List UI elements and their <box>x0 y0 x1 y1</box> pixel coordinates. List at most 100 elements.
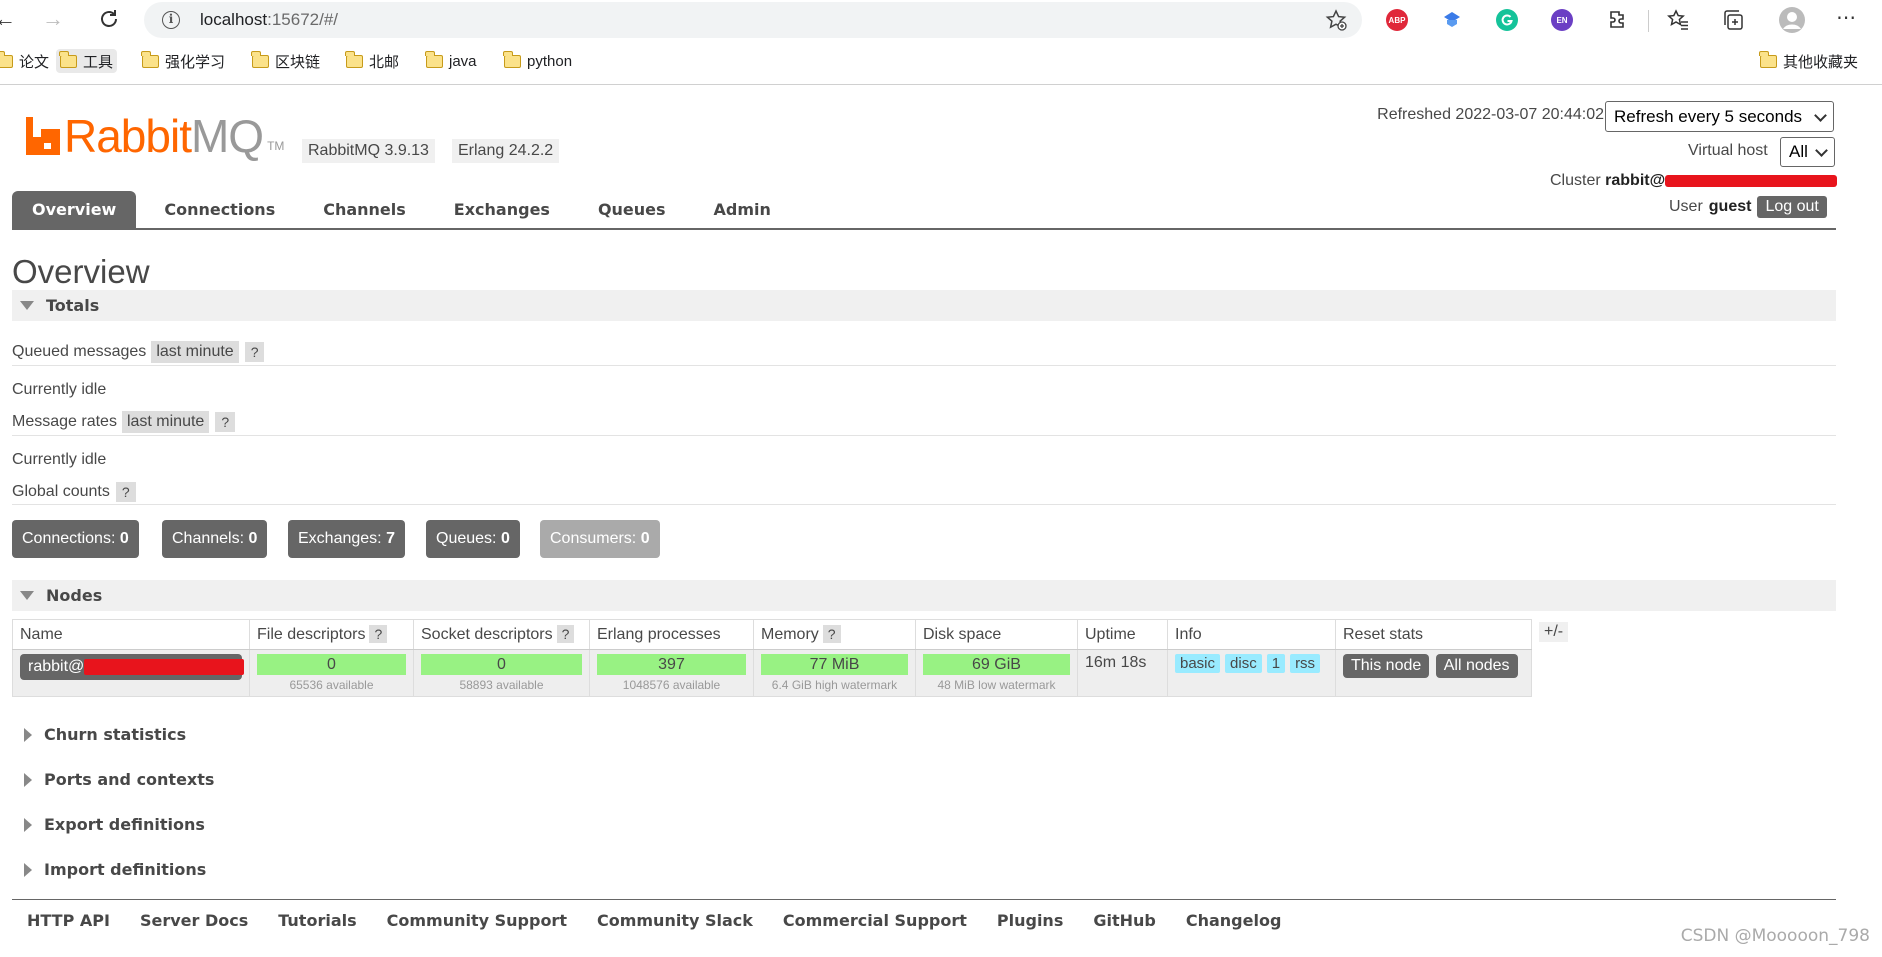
folder-icon <box>345 50 363 68</box>
column-header: Erlang processes <box>589 619 754 650</box>
nodes-section-header[interactable]: Nodes <box>12 580 1836 611</box>
socket-descriptors-cell: 0 58893 available <box>413 649 590 697</box>
memory-bar: 77 MiB <box>761 654 908 675</box>
folder-icon <box>503 50 521 68</box>
watermark: CSDN @Mooooon_798 <box>1680 926 1870 946</box>
other-bookmarks-folder[interactable]: 其他收藏夹 <box>1756 49 1862 73</box>
bookmark-folder[interactable]: 北邮 <box>342 49 403 73</box>
tab-connections[interactable]: Connections <box>144 191 295 229</box>
reload-icon[interactable] <box>96 6 122 32</box>
help-button[interactable]: ? <box>215 412 236 432</box>
channels-count-button[interactable]: Channels: 0 <box>162 520 268 558</box>
expand-triangle-icon <box>24 862 32 877</box>
file-descriptors-cell: 0 65536 available <box>249 649 414 697</box>
adblock-extension-icon[interactable]: ABP <box>1386 9 1408 31</box>
table-header-row: Name File descriptors? Socket descriptor… <box>12 619 1532 650</box>
profile-avatar-icon[interactable] <box>1778 6 1806 34</box>
rabbitmq-logo-icon <box>26 117 60 155</box>
collapse-triangle-icon <box>20 301 34 310</box>
extensions-icon[interactable] <box>1606 8 1630 32</box>
columns-toggle-button[interactable]: +/- <box>1539 622 1569 642</box>
refresh-interval-select[interactable]: Refresh every 5 seconds <box>1605 101 1834 132</box>
divider <box>12 504 1836 505</box>
totals-section-header[interactable]: Totals <box>12 290 1836 321</box>
queued-messages-status: Currently idle <box>12 381 107 398</box>
cluster-info: Cluster rabbit@ <box>1550 172 1838 190</box>
vhost-select[interactable]: All <box>1780 137 1835 167</box>
memory-cell: 77 MiB 6.4 GiB high watermark <box>753 649 916 697</box>
column-header: Info <box>1167 619 1336 650</box>
ports-contexts-section[interactable]: Ports and contexts <box>12 770 214 789</box>
tab-exchanges[interactable]: Exchanges <box>434 191 570 229</box>
queues-count-button[interactable]: Queues: 0 <box>426 520 520 558</box>
socket-descriptors-available: 58893 available <box>459 678 544 692</box>
collections-icon[interactable] <box>1721 8 1745 32</box>
tab-admin[interactable]: Admin <box>694 191 791 229</box>
file-descriptors-bar: 0 <box>257 654 406 675</box>
bookmark-folder[interactable]: java <box>422 49 481 73</box>
range-selector[interactable]: last minute <box>151 341 239 363</box>
footer-link-community-support[interactable]: Community Support <box>372 911 582 930</box>
reset-all-nodes-button[interactable]: All nodes <box>1435 654 1518 678</box>
churn-statistics-section[interactable]: Churn statistics <box>12 725 186 744</box>
logo-trademark: TM <box>267 139 285 153</box>
back-icon[interactable]: ← <box>0 6 18 32</box>
export-definitions-section[interactable]: Export definitions <box>12 815 205 834</box>
logout-button[interactable]: Log out <box>1757 196 1827 218</box>
global-counts-row: Global counts ? <box>12 482 136 502</box>
site-info-icon[interactable]: i <box>162 11 180 29</box>
footer-link-server-docs[interactable]: Server Docs <box>125 911 263 930</box>
help-button[interactable]: ? <box>244 342 265 362</box>
range-selector[interactable]: last minute <box>121 411 210 433</box>
footer-link-commercial-support[interactable]: Commercial Support <box>768 911 982 930</box>
import-definitions-section[interactable]: Import definitions <box>12 860 206 879</box>
info-tag: disc <box>1225 654 1262 673</box>
more-menu-icon[interactable]: ⋯ <box>1836 8 1860 32</box>
main-tabs: Overview Connections Channels Exchanges … <box>12 191 799 229</box>
favorites-icon[interactable] <box>1666 8 1690 32</box>
footer-link-github[interactable]: GitHub <box>1078 911 1171 930</box>
tab-overview[interactable]: Overview <box>12 191 137 229</box>
exchanges-count-button[interactable]: Exchanges: 7 <box>288 520 405 558</box>
connections-count-button[interactable]: Connections: 0 <box>12 520 139 558</box>
tab-channels[interactable]: Channels <box>303 191 426 229</box>
vhost-label: Virtual host <box>1688 142 1768 159</box>
reset-this-node-button[interactable]: This node <box>1343 654 1430 678</box>
rabbitmq-logo[interactable]: RabbitMQ TM <box>26 113 285 159</box>
column-header: Reset stats <box>1335 619 1532 650</box>
bookmarks-bar: 论文 工具 强化学习 区块链 北邮 java python 其他收藏夹 <box>0 46 1882 76</box>
info-tag: rss <box>1290 654 1321 673</box>
footer-link-changelog[interactable]: Changelog <box>1171 911 1297 930</box>
consumers-count-button[interactable]: Consumers: 0 <box>540 520 660 558</box>
translate-extension-icon[interactable]: EN <box>1551 9 1573 31</box>
bookmark-folder[interactable]: 论文 <box>0 49 53 73</box>
tabs-divider <box>12 228 1836 230</box>
disk-space-watermark: 48 MiB low watermark <box>937 678 1056 692</box>
folder-icon <box>1759 50 1777 68</box>
footer-link-http-api[interactable]: HTTP API <box>12 911 125 930</box>
redaction-mark <box>84 658 245 675</box>
footer-link-tutorials[interactable]: Tutorials <box>263 911 371 930</box>
footer-link-community-slack[interactable]: Community Slack <box>582 911 768 930</box>
tab-queues[interactable]: Queues <box>578 191 686 229</box>
favorite-add-icon[interactable] <box>1324 8 1348 32</box>
grammarly-extension-icon[interactable] <box>1496 9 1518 31</box>
bookmark-folder[interactable]: 强化学习 <box>138 49 229 73</box>
refreshed-timestamp: Refreshed 2022-03-07 20:44:02 <box>1377 106 1604 123</box>
socket-descriptors-bar: 0 <box>421 654 582 675</box>
footer-link-plugins[interactable]: Plugins <box>982 911 1078 930</box>
forward-icon[interactable]: → <box>40 6 66 32</box>
help-button[interactable]: ? <box>556 624 575 643</box>
address-bar[interactable]: i localhost:15672/#/ <box>144 2 1362 38</box>
bookmark-folder[interactable]: python <box>500 49 576 73</box>
help-button[interactable]: ? <box>822 624 841 643</box>
help-button[interactable]: ? <box>115 482 136 502</box>
graduation-extension-icon[interactable] <box>1441 9 1463 31</box>
bookmark-folder[interactable]: 区块链 <box>248 49 324 73</box>
bookmark-folder[interactable]: 工具 <box>56 49 118 73</box>
column-header: Disk space <box>915 619 1078 650</box>
folder-icon <box>251 50 269 68</box>
help-button[interactable]: ? <box>369 624 388 643</box>
info-tag: basic <box>1175 654 1221 673</box>
node-name-link[interactable]: rabbit@ <box>20 654 245 680</box>
